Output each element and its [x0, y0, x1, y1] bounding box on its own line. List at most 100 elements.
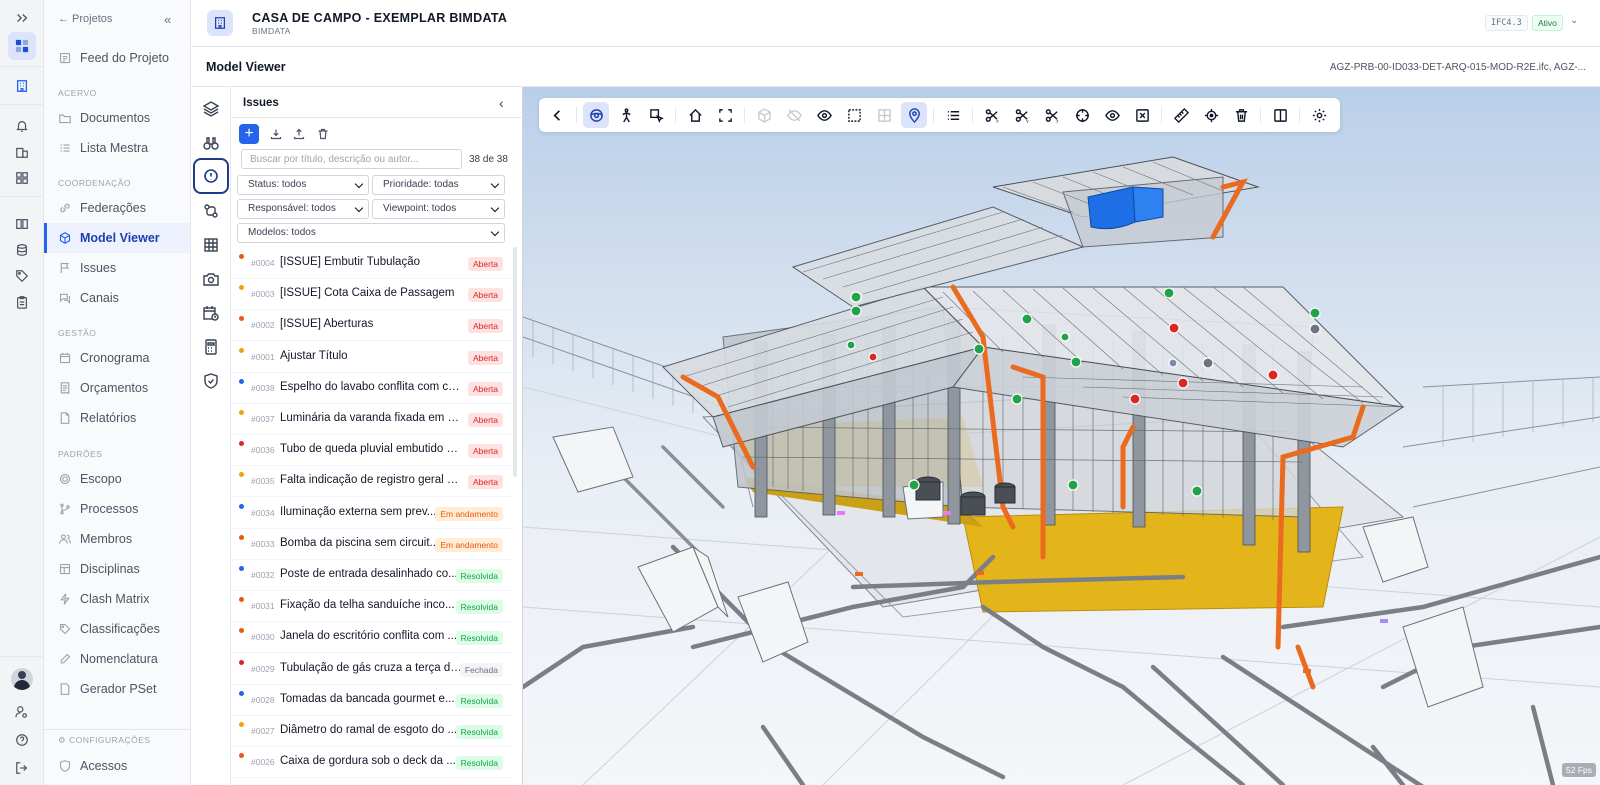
issue-row[interactable]: #0001 Ajustar Título Aberta — [231, 341, 511, 373]
tag-icon[interactable] — [8, 262, 36, 290]
sidebar-item-acessos[interactable]: Acessos — [44, 751, 190, 781]
binoculars-icon[interactable] — [197, 129, 225, 157]
models-filter[interactable]: Modelos: todos — [237, 223, 505, 243]
help-icon[interactable] — [8, 726, 36, 754]
clip-y-icon[interactable]: y — [1009, 102, 1035, 128]
calendar-clock-icon[interactable] — [197, 299, 225, 327]
sidebar-item-model-viewer[interactable]: Model Viewer — [44, 223, 190, 253]
cube-view-icon[interactable] — [751, 102, 777, 128]
map-pin-icon[interactable] — [901, 102, 927, 128]
git-compare-icon[interactable] — [197, 197, 225, 225]
list-icon[interactable] — [940, 102, 966, 128]
camera-icon[interactable] — [197, 265, 225, 293]
priority-filter[interactable]: Prioridade: todas — [372, 175, 505, 195]
issues-scrollbar[interactable] — [513, 247, 517, 477]
sidebar-item-membros[interactable]: Membros — [44, 524, 190, 554]
sidebar-item-gerador-pset[interactable]: Gerador PSet — [44, 674, 190, 704]
walk-icon[interactable] — [613, 102, 639, 128]
issue-row[interactable]: #0036 Tubo de queda pluvial embutido n...… — [231, 434, 511, 467]
eye-off-icon[interactable] — [781, 102, 807, 128]
sidebar-item-nomenclatura[interactable]: Nomenclatura — [44, 644, 190, 674]
orbit-icon[interactable] — [583, 102, 609, 128]
crosshair-icon[interactable] — [1069, 102, 1095, 128]
sidebar-item-feed[interactable]: Feed do Projeto — [44, 43, 190, 73]
download-icon[interactable] — [268, 126, 284, 142]
database-icon[interactable] — [8, 236, 36, 264]
dashboard-icon[interactable] — [8, 164, 36, 192]
locate-point-icon[interactable] — [1198, 102, 1224, 128]
sidebar-item-documentos[interactable]: Documentos — [44, 103, 190, 133]
sidebar-item-cronograma[interactable]: Cronograma — [44, 343, 190, 373]
sidebar-item-disciplinas[interactable]: Disciplinas — [44, 554, 190, 584]
logout-icon[interactable] — [8, 754, 36, 782]
status-filter[interactable]: Status: todos — [237, 175, 369, 195]
trash-icon[interactable] — [315, 126, 331, 142]
building-icon[interactable] — [8, 72, 36, 100]
home-icon[interactable] — [682, 102, 708, 128]
issue-row[interactable]: #0035 Falta indicação de registro geral n… — [231, 465, 511, 498]
issue-row[interactable]: #0027 Diâmetro do ramal de esgoto do ... R… — [231, 715, 511, 747]
select-object-icon[interactable] — [643, 102, 669, 128]
chevron-down-icon[interactable]: ⌄ — [1570, 15, 1578, 26]
issue-row[interactable]: #0031 Fixação da telha sanduíche inco... R… — [231, 590, 511, 623]
sidebar-item-canais[interactable]: Canais — [44, 283, 190, 313]
issue-row[interactable]: #0037 Luminária da varanda fixada em ter.… — [231, 403, 511, 435]
gear-icon[interactable] — [1306, 102, 1332, 128]
bell-icon[interactable] — [8, 112, 36, 140]
collapse-sidebar-icon[interactable]: « — [164, 12, 171, 27]
loaded-files[interactable]: AGZ-PRB-00-ID033-DET-ARQ-015-MOD-R2E.ifc… — [1330, 62, 1586, 73]
issue-row[interactable]: #0034 Iluminação externa sem prev... Em an… — [231, 497, 511, 529]
sidebar-item-processos[interactable]: Processos — [44, 494, 190, 524]
sidebar-item-clash-matrix[interactable]: Clash Matrix — [44, 584, 190, 614]
issue-row[interactable]: #0003 [ISSUE] Cota Caixa de Passagem Abert… — [231, 278, 511, 311]
issue-row[interactable]: #0028 Tomadas da bancada gourmet e... Reso… — [231, 684, 511, 716]
fit-view-icon[interactable] — [712, 102, 738, 128]
book-icon[interactable] — [8, 210, 36, 238]
sidebar-item-orcamentos[interactable]: Orçamentos — [44, 373, 190, 403]
apps-grid-icon[interactable] — [8, 32, 36, 60]
add-issue-button[interactable]: + — [239, 124, 259, 144]
section-plane-icon[interactable] — [871, 102, 897, 128]
buildings-icon[interactable] — [8, 138, 36, 166]
sidebar-item-lista-mestra[interactable]: Lista Mestra — [44, 133, 190, 163]
issue-row[interactable]: #0002 [ISSUE] Aberturas Aberta — [231, 309, 511, 342]
viewpoint-filter[interactable]: Viewpoint: todos — [372, 199, 505, 219]
close-panel-icon[interactable]: ‹ — [499, 95, 504, 111]
issues-search-input[interactable] — [241, 149, 462, 169]
split-view-icon[interactable] — [1267, 102, 1293, 128]
3d-viewport[interactable]: x y z 52 Fps — [523, 87, 1600, 785]
back-icon[interactable] — [544, 102, 570, 128]
clipboard-icon[interactable] — [8, 288, 36, 316]
clip-x-icon[interactable]: x — [979, 102, 1005, 128]
shield-check-icon[interactable] — [197, 367, 225, 395]
issue-row[interactable]: #0032 Poste de entrada desalinhado co... R… — [231, 559, 511, 591]
issue-row[interactable]: #0004 [ISSUE] Embutir Tubulação Aberta — [231, 247, 511, 279]
layers-icon[interactable] — [197, 95, 225, 123]
sidebar-item-classificacoes[interactable]: Classificações — [44, 614, 190, 644]
issue-row[interactable]: #0026 Caixa de gordura sob o deck da ... R… — [231, 746, 511, 779]
clip-z-icon[interactable]: z — [1039, 102, 1065, 128]
eye-icon[interactable] — [811, 102, 837, 128]
3d-model-render[interactable] — [523, 87, 1600, 785]
sidebar-item-relatorios[interactable]: Relatórios — [44, 403, 190, 433]
box-select-icon[interactable] — [841, 102, 867, 128]
assignee-filter[interactable]: Responsável: todos — [237, 199, 369, 219]
issue-row[interactable]: #0038 Espelho do lavabo conflita com cai.… — [231, 372, 511, 404]
issue-row[interactable]: #0029 Tubulação de gás cruza a terça da .… — [231, 653, 511, 685]
ruler-icon[interactable] — [1168, 102, 1194, 128]
calculator-icon[interactable] — [197, 333, 225, 361]
upload-icon[interactable] — [291, 126, 307, 142]
sidebar-item-escopo[interactable]: Escopo — [44, 464, 190, 494]
expand-icon[interactable] — [8, 4, 36, 32]
user-avatar[interactable] — [11, 668, 33, 690]
eye-icon[interactable] — [1099, 102, 1125, 128]
issues-alert-icon[interactable] — [193, 158, 229, 194]
issue-row[interactable]: #0030 Janela do escritório conflita com .… — [231, 621, 511, 654]
back-to-projects-link[interactable]: ← Projetos — [58, 13, 112, 25]
issue-row[interactable]: #0033 Bomba da piscina sem circuit... Em a… — [231, 528, 511, 560]
sidebar-item-issues[interactable]: Issues — [44, 253, 190, 283]
trash-icon[interactable] — [1228, 102, 1254, 128]
close-box-icon[interactable] — [1129, 102, 1155, 128]
user-settings-icon[interactable] — [8, 698, 36, 726]
table-icon[interactable] — [197, 231, 225, 259]
